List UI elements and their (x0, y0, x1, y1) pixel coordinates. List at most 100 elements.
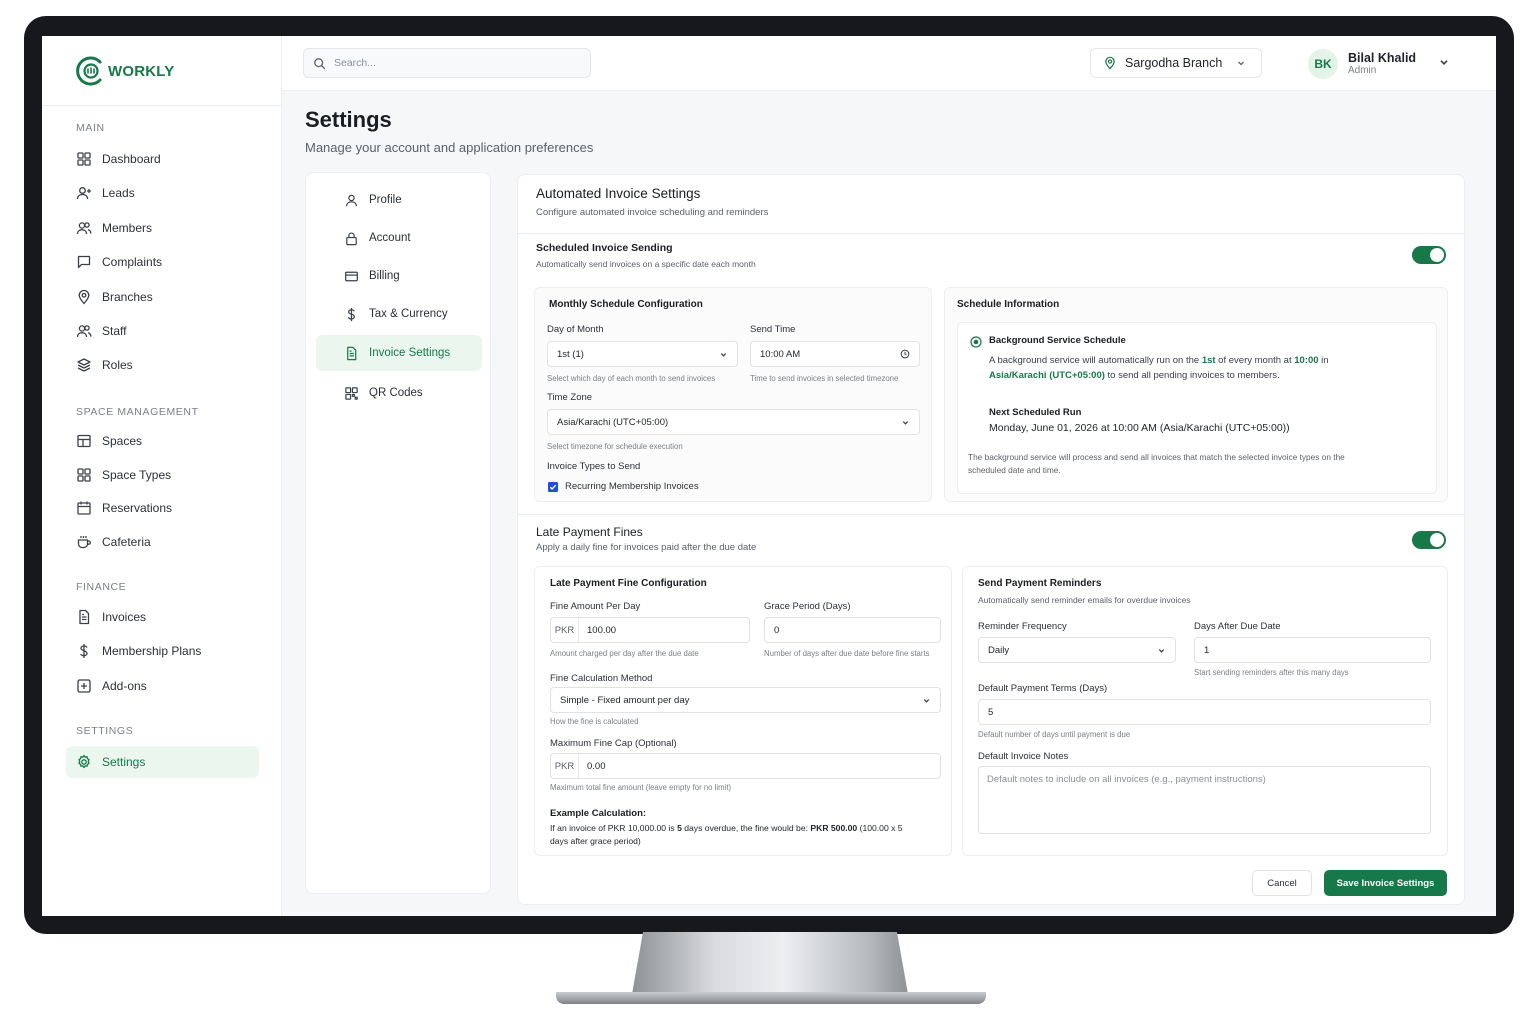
payment-terms-label: Default Payment Terms (Days) (978, 683, 1108, 694)
sidebar-item-space-types[interactable]: Space Types (66, 459, 259, 491)
payment-terms-input[interactable]: 5 (978, 699, 1431, 725)
search-icon (314, 57, 326, 69)
late-fines-toggle[interactable] (1412, 531, 1446, 549)
recurring-membership-checkbox-row[interactable]: Recurring Membership Invoices (548, 481, 699, 492)
grace-period-value: 0 (774, 624, 780, 636)
reminder-frequency-select[interactable]: Daily (978, 637, 1176, 663)
fine-cap-input[interactable]: PKR 0.00 (550, 753, 941, 779)
fine-amount-input[interactable]: PKR 100.00 (550, 617, 750, 643)
nav-section-settings: SETTINGS (76, 725, 134, 737)
monthly-schedule-title: Monthly Schedule Configuration (549, 299, 703, 310)
chevron-down-icon (720, 353, 727, 357)
branch-name: Sargodha Branch (1125, 56, 1223, 70)
search-box (303, 48, 591, 78)
logo[interactable]: WORKLY (76, 54, 174, 88)
settings-tab-label: Billing (369, 270, 400, 282)
invoice-types-label: Invoice Types to Send (547, 461, 641, 472)
settings-tab-billing[interactable]: Billing (316, 259, 482, 293)
day-of-month-value: 1st (1) (557, 348, 584, 360)
status-dot-icon (970, 336, 982, 348)
payment-terms-hint: Default number of days until payment is … (978, 730, 1131, 739)
next-run-value: Monday, June 01, 2026 at 10:00 AM (Asia/… (989, 422, 1290, 434)
settings-tab-invoice-settings[interactable]: Invoice Settings (316, 335, 482, 371)
sidebar-item-reservations[interactable]: Reservations (66, 492, 259, 524)
table-icon (77, 434, 91, 448)
chevron-down-icon (902, 421, 909, 425)
chevron-down-icon[interactable] (1438, 56, 1450, 68)
settings-tab-qr-codes[interactable]: QR Codes (316, 376, 482, 410)
time-zone-value: Asia/Karachi (UTC+05:00) (557, 416, 669, 428)
day-of-month-hint: Select which day of each month to send i… (547, 374, 716, 383)
sidebar-item-label: Branches (102, 290, 153, 304)
user-icon (346, 194, 357, 206)
sidebar-item-complaints[interactable]: Complaints (66, 246, 259, 278)
settings-tab-label: Tax & Currency (369, 308, 448, 320)
search-input[interactable] (334, 57, 574, 69)
sidebar-item-spaces[interactable]: Spaces (66, 425, 259, 457)
user-role: Admin (1348, 65, 1377, 76)
save-invoice-settings-button[interactable]: Save Invoice Settings (1324, 870, 1447, 896)
grid-icon (77, 468, 91, 482)
logo-text: WORKLY (108, 62, 175, 80)
sidebar-item-branches[interactable]: Branches (66, 281, 259, 313)
nav-section-finance: FINANCE (76, 581, 127, 593)
sidebar-item-staff[interactable]: Staff (66, 315, 259, 347)
fine-amount-value: 100.00 (587, 624, 617, 636)
example-text: If an invoice of PKR 10,000.00 is 5 days… (550, 823, 903, 846)
chevron-down-icon (1158, 649, 1165, 653)
dollar-icon (347, 307, 355, 321)
user-info: Bilal Khalid Admin (1348, 51, 1416, 77)
sidebar-item-leads[interactable]: Leads (66, 177, 259, 209)
settings-tab-account[interactable]: Account (316, 221, 482, 255)
grace-period-label: Grace Period (Days) (764, 601, 851, 612)
monthly-schedule-panel: Monthly Schedule Configuration Day of Mo… (534, 287, 932, 502)
late-fines-subtitle: Apply a daily fine for invoices paid aft… (536, 542, 757, 553)
currency-prefix: PKR (551, 754, 579, 778)
settings-tab-tax-currency[interactable]: Tax & Currency (316, 297, 482, 331)
cancel-button[interactable]: Cancel (1252, 870, 1312, 896)
sidebar-item-members[interactable]: Members (66, 212, 259, 244)
dollar-icon (80, 644, 88, 658)
sidebar-item-dashboard[interactable]: Dashboard (66, 143, 259, 175)
time-zone-label: Time Zone (547, 392, 593, 403)
days-after-due-label: Days After Due Date (1194, 621, 1281, 632)
monitor-stand-base (556, 992, 986, 1004)
sidebar-item-label: Reservations (102, 501, 173, 515)
days-after-due-input[interactable]: 1 (1194, 637, 1431, 663)
schedule-info-box: Background Service Schedule A background… (957, 322, 1437, 494)
avatar: BK (1308, 49, 1338, 79)
day-of-month-label: Day of Month (547, 324, 604, 335)
sidebar-item-settings[interactable]: Settings (66, 746, 259, 778)
map-pin-icon (78, 289, 90, 305)
time-zone-select[interactable]: Asia/Karachi (UTC+05:00) (547, 409, 920, 435)
calc-method-select[interactable]: Simple - Fixed amount per day (550, 687, 941, 713)
branch-selector[interactable]: Sargodha Branch (1090, 48, 1262, 78)
fine-amount-hint: Amount charged per day after the due dat… (550, 649, 699, 658)
scheduled-sending-toggle[interactable] (1412, 246, 1446, 264)
checkbox-checked-icon[interactable] (548, 481, 558, 492)
schedule-note: The background service will process and … (968, 452, 1345, 475)
grace-period-input[interactable]: 0 (764, 617, 941, 643)
user-menu[interactable]: BK Bilal Khalid Admin (1308, 48, 1416, 80)
reminders-subtitle: Automatically send reminder emails for o… (978, 595, 1191, 605)
sidebar-item-label: Add-ons (102, 679, 147, 693)
day-of-month-select[interactable]: 1st (1) (547, 341, 738, 367)
sidebar-item-roles[interactable]: Roles (66, 349, 259, 381)
recurring-membership-label: Recurring Membership Invoices (565, 481, 699, 492)
settings-tab-label: Profile (369, 194, 402, 206)
settings-tab-profile[interactable]: Profile (316, 183, 482, 217)
user-plus-icon (76, 187, 91, 200)
invoice-notes-textarea[interactable] (978, 766, 1431, 834)
sidebar-item-membership-plans[interactable]: Membership Plans (66, 635, 259, 667)
sidebar-item-label: Leads (102, 186, 135, 200)
sidebar-item-cafeteria[interactable]: Cafeteria (66, 526, 259, 558)
lock-icon (346, 232, 357, 245)
send-time-input[interactable]: 10:00 AM (750, 341, 920, 367)
settings-menu: Profile Account Billing Tax & Currency I… (305, 172, 491, 894)
sidebar-item-label: Cafeteria (102, 535, 151, 549)
late-fines-title: Late Payment Fines (536, 525, 643, 539)
send-time-hint: Time to send invoices in selected timezo… (750, 374, 899, 383)
sidebar-item-add-ons[interactable]: Add-ons (66, 670, 259, 702)
app-screen: WORKLY MAIN Dashboard Leads Members Comp… (42, 36, 1496, 916)
sidebar-item-invoices[interactable]: Invoices (66, 601, 259, 633)
